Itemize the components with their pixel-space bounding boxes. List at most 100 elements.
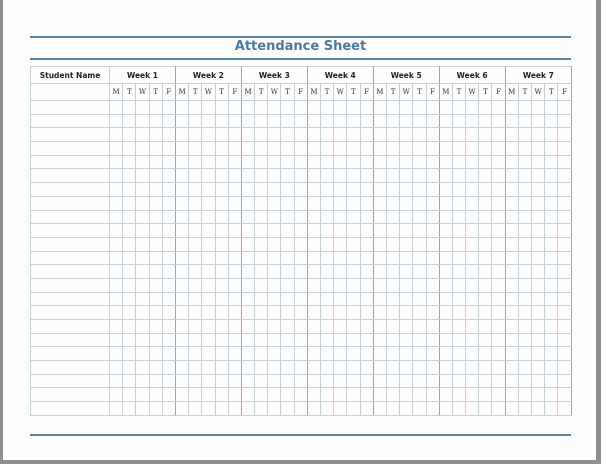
attendance-cell[interactable] <box>307 142 320 156</box>
attendance-cell[interactable] <box>215 347 228 361</box>
attendance-cell[interactable] <box>545 210 558 224</box>
attendance-cell[interactable] <box>347 142 360 156</box>
attendance-cell[interactable] <box>307 114 320 128</box>
attendance-cell[interactable] <box>439 196 452 210</box>
attendance-cell[interactable] <box>202 402 215 416</box>
attendance-cell[interactable] <box>400 361 413 375</box>
attendance-cell[interactable] <box>241 114 254 128</box>
attendance-cell[interactable] <box>321 347 334 361</box>
attendance-cell[interactable] <box>268 347 281 361</box>
attendance-cell[interactable] <box>281 292 294 306</box>
attendance-cell[interactable] <box>294 333 307 347</box>
attendance-cell[interactable] <box>400 333 413 347</box>
attendance-cell[interactable] <box>505 196 518 210</box>
attendance-cell[interactable] <box>452 402 465 416</box>
attendance-cell[interactable] <box>202 265 215 279</box>
attendance-cell[interactable] <box>518 402 531 416</box>
attendance-cell[interactable] <box>215 114 228 128</box>
attendance-cell[interactable] <box>439 265 452 279</box>
attendance-cell[interactable] <box>321 142 334 156</box>
attendance-cell[interactable] <box>136 169 149 183</box>
attendance-cell[interactable] <box>202 292 215 306</box>
attendance-cell[interactable] <box>413 183 426 197</box>
attendance-cell[interactable] <box>228 374 241 388</box>
attendance-cell[interactable] <box>426 183 439 197</box>
attendance-cell[interactable] <box>307 155 320 169</box>
attendance-cell[interactable] <box>321 306 334 320</box>
attendance-cell[interactable] <box>386 265 399 279</box>
attendance-cell[interactable] <box>189 169 202 183</box>
attendance-cell[interactable] <box>413 128 426 142</box>
attendance-cell[interactable] <box>281 128 294 142</box>
attendance-cell[interactable] <box>162 114 175 128</box>
attendance-cell[interactable] <box>202 196 215 210</box>
attendance-cell[interactable] <box>202 128 215 142</box>
attendance-cell[interactable] <box>439 155 452 169</box>
attendance-cell[interactable] <box>518 155 531 169</box>
attendance-cell[interactable] <box>215 142 228 156</box>
attendance-cell[interactable] <box>149 320 162 334</box>
attendance-cell[interactable] <box>255 374 268 388</box>
attendance-cell[interactable] <box>558 101 572 115</box>
attendance-cell[interactable] <box>518 183 531 197</box>
attendance-cell[interactable] <box>360 224 373 238</box>
attendance-cell[interactable] <box>545 361 558 375</box>
attendance-cell[interactable] <box>466 128 479 142</box>
attendance-cell[interactable] <box>505 388 518 402</box>
attendance-cell[interactable] <box>347 361 360 375</box>
attendance-cell[interactable] <box>215 155 228 169</box>
attendance-cell[interactable] <box>149 292 162 306</box>
attendance-cell[interactable] <box>189 101 202 115</box>
attendance-cell[interactable] <box>228 306 241 320</box>
attendance-cell[interactable] <box>518 251 531 265</box>
attendance-cell[interactable] <box>110 101 123 115</box>
attendance-cell[interactable] <box>228 237 241 251</box>
attendance-cell[interactable] <box>492 374 505 388</box>
attendance-cell[interactable] <box>518 361 531 375</box>
attendance-cell[interactable] <box>255 224 268 238</box>
attendance-cell[interactable] <box>241 196 254 210</box>
attendance-cell[interactable] <box>413 306 426 320</box>
attendance-cell[interactable] <box>518 142 531 156</box>
attendance-cell[interactable] <box>189 196 202 210</box>
attendance-cell[interactable] <box>532 374 545 388</box>
attendance-cell[interactable] <box>321 210 334 224</box>
attendance-cell[interactable] <box>123 128 136 142</box>
attendance-cell[interactable] <box>479 142 492 156</box>
attendance-cell[interactable] <box>466 183 479 197</box>
attendance-cell[interactable] <box>175 142 188 156</box>
student-name-cell[interactable] <box>31 128 110 142</box>
attendance-cell[interactable] <box>241 347 254 361</box>
attendance-cell[interactable] <box>189 114 202 128</box>
attendance-cell[interactable] <box>505 374 518 388</box>
attendance-cell[interactable] <box>175 374 188 388</box>
attendance-cell[interactable] <box>255 388 268 402</box>
attendance-cell[interactable] <box>175 114 188 128</box>
attendance-cell[interactable] <box>466 169 479 183</box>
attendance-cell[interactable] <box>215 224 228 238</box>
attendance-cell[interactable] <box>268 169 281 183</box>
attendance-cell[interactable] <box>505 320 518 334</box>
attendance-cell[interactable] <box>281 320 294 334</box>
attendance-cell[interactable] <box>439 101 452 115</box>
attendance-cell[interactable] <box>162 402 175 416</box>
attendance-cell[interactable] <box>136 251 149 265</box>
attendance-cell[interactable] <box>413 155 426 169</box>
attendance-cell[interactable] <box>175 361 188 375</box>
attendance-cell[interactable] <box>110 306 123 320</box>
attendance-cell[interactable] <box>466 237 479 251</box>
attendance-cell[interactable] <box>479 265 492 279</box>
attendance-cell[interactable] <box>518 265 531 279</box>
attendance-cell[interactable] <box>175 224 188 238</box>
attendance-cell[interactable] <box>215 361 228 375</box>
attendance-cell[interactable] <box>558 320 572 334</box>
attendance-cell[interactable] <box>255 169 268 183</box>
attendance-cell[interactable] <box>505 169 518 183</box>
attendance-cell[interactable] <box>558 402 572 416</box>
attendance-cell[interactable] <box>294 374 307 388</box>
attendance-cell[interactable] <box>426 333 439 347</box>
attendance-cell[interactable] <box>215 374 228 388</box>
attendance-cell[interactable] <box>532 142 545 156</box>
attendance-cell[interactable] <box>479 237 492 251</box>
attendance-cell[interactable] <box>334 237 347 251</box>
